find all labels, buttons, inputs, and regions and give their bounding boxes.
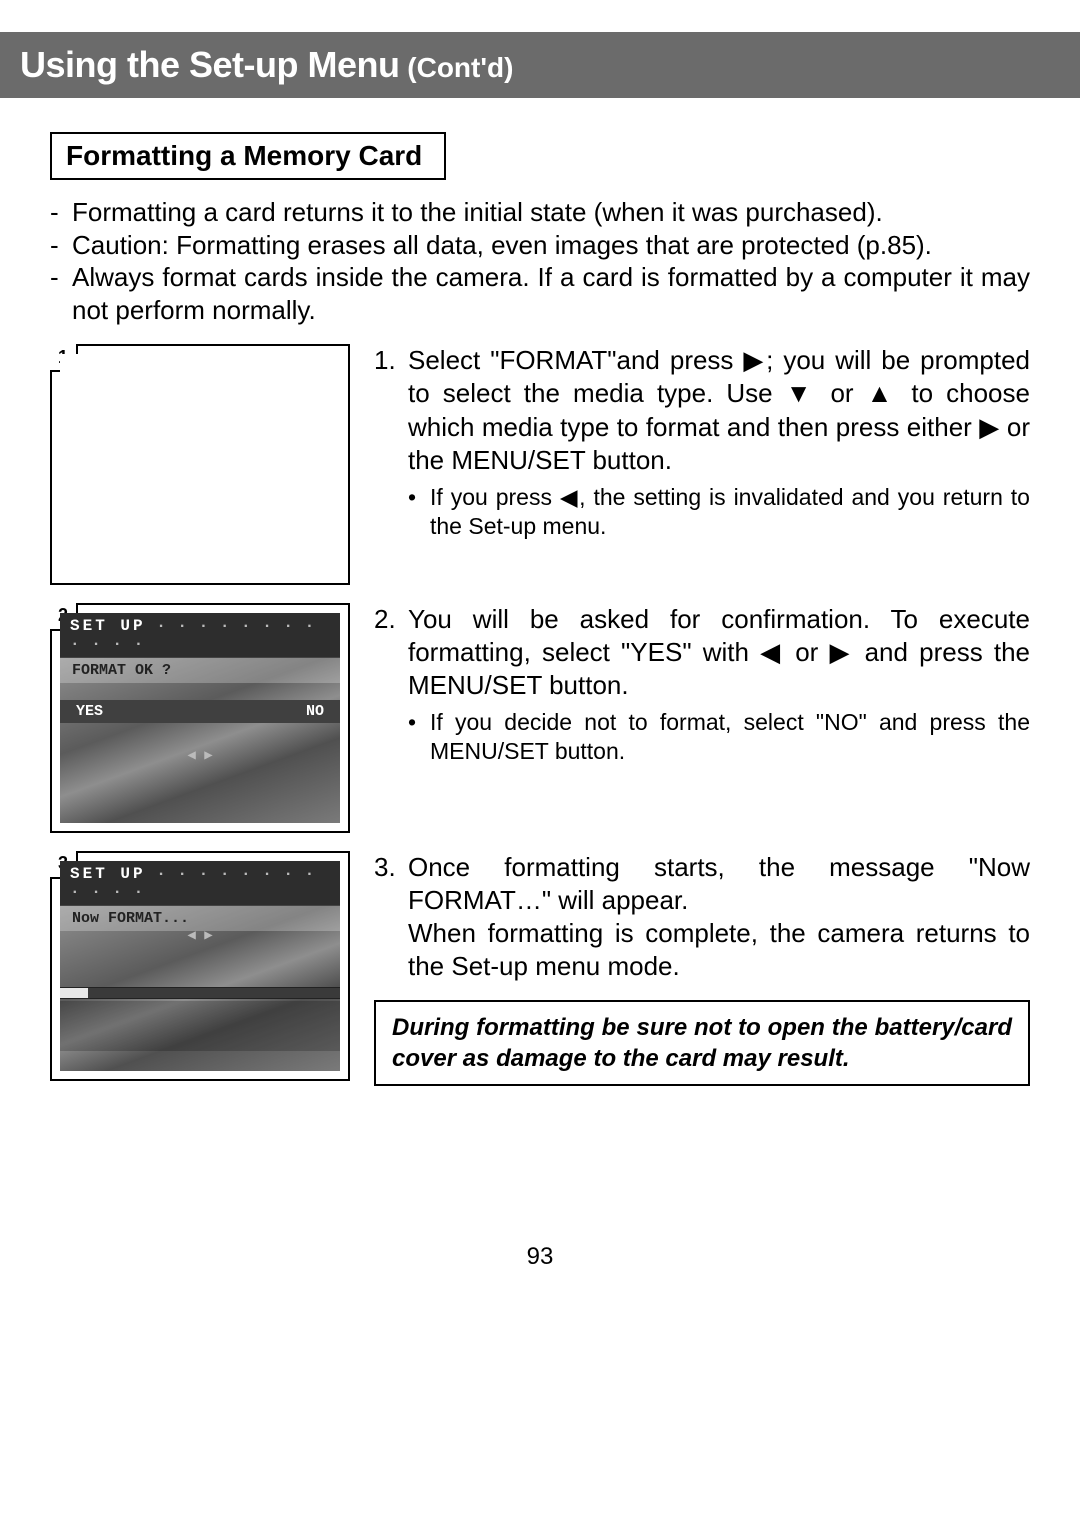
step-row: 3SET UPNow FORMAT...◀ ▶3.Once formatting… (50, 851, 1030, 1086)
bullet-dash: - (50, 196, 72, 229)
page-number: 93 (0, 1243, 1080, 1271)
step-number: 3. (374, 851, 408, 918)
step-body: Select "FORMAT"and press ▶; you will be … (408, 344, 1030, 477)
intro-bullet: -Formatting a card returns it to the ini… (50, 196, 1030, 229)
nav-arrows-icon: ◀ ▶ (60, 927, 340, 944)
page-title-sub: (Cont'd) (400, 52, 514, 83)
progress-bar (60, 987, 340, 999)
step-text-column: 2.You will be asked for confirmation. To… (374, 603, 1030, 766)
intro-bullet: -Always format cards inside the camera. … (50, 261, 1030, 326)
step-text-column: 3.Once formatting starts, the message "N… (374, 851, 1030, 1086)
figure-column: 2SET UPFORMAT OK ?SDYESNO◀ ▶ (50, 603, 350, 833)
warning-text: During formatting be sure not to open th… (392, 1012, 1012, 1074)
step-number: 2. (374, 603, 408, 703)
camera-screen: SET UPFORMAT OK ?SDYESNO◀ ▶ (60, 613, 340, 823)
screen-no-option: NO (306, 703, 324, 720)
right-icon: ▶ (829, 637, 853, 667)
manual-page: Using the Set-up Menu (Cont'd) Formattin… (0, 0, 1080, 1521)
step-subnote: •If you decide not to format, select "NO… (408, 708, 1030, 766)
intro-bullet: -Caution: Formatting erases all data, ev… (50, 229, 1030, 262)
subnote-text: If you press ◀, the setting is invalidat… (430, 483, 1030, 541)
up-icon: ▲ (867, 378, 899, 408)
section-heading: Formatting a Memory Card (50, 132, 446, 180)
camera-screen (60, 354, 340, 575)
subnote-text: If you decide not to format, select "NO"… (430, 708, 1030, 766)
screen-yes-option: YES (76, 703, 103, 720)
screen-title-bar: SET UP (60, 861, 340, 906)
left-icon: ◀ (560, 484, 579, 510)
figure-frame: 2SET UPFORMAT OK ?SDYESNO◀ ▶ (50, 603, 350, 833)
step-subnote: •If you press ◀, the setting is invalida… (408, 483, 1030, 541)
bullet-icon: • (408, 708, 430, 766)
step-text-column: 1.Select "FORMAT"and press ▶; you will b… (374, 344, 1030, 541)
bullet-dash: - (50, 229, 72, 262)
figure-frame: 1 (50, 344, 350, 585)
screen-title: SET UP (70, 865, 146, 883)
step-row: 2SET UPFORMAT OK ?SDYESNO◀ ▶2.You will b… (50, 603, 1030, 833)
page-title-main: Using the Set-up Menu (20, 44, 400, 85)
bullet-icon: • (408, 483, 430, 541)
nav-arrows-icon: ◀ ▶ (60, 747, 340, 764)
step-number: 1. (374, 344, 408, 477)
right-icon: ▶ (979, 412, 999, 442)
figure-column: 3SET UPNow FORMAT...◀ ▶ (50, 851, 350, 1081)
page-title-bar: Using the Set-up Menu (Cont'd) (0, 32, 1080, 98)
figure-column: 1 (50, 344, 350, 585)
intro-bullets: -Formatting a card returns it to the ini… (50, 196, 1030, 326)
camera-screen: SET UPNow FORMAT...◀ ▶ (60, 861, 340, 1071)
step-row: 11.Select "FORMAT"and press ▶; you will … (50, 344, 1030, 585)
bullet-text: Always format cards inside the camera. I… (72, 261, 1030, 326)
figure-frame: 3SET UPNow FORMAT...◀ ▶ (50, 851, 350, 1081)
step-body: You will be asked for confirmation. To e… (408, 603, 1030, 703)
steps-container: 11.Select "FORMAT"and press ▶; you will … (50, 344, 1030, 1086)
warning-box: During formatting be sure not to open th… (374, 1000, 1030, 1086)
bullet-text: Formatting a card returns it to the init… (72, 196, 1030, 229)
right-icon: ▶ (743, 345, 766, 375)
screen-title: SET UP (70, 617, 146, 635)
screen-yes-no-row: YES NO (60, 700, 340, 723)
step-extra-paragraph: When formatting is complete, the camera … (408, 917, 1030, 984)
screen-prompt-line: FORMAT OK ? (60, 658, 340, 683)
screen-title-bar: SET UP (60, 613, 340, 658)
down-icon: ▼ (786, 378, 818, 408)
bullet-text: Caution: Formatting erases all data, eve… (72, 229, 1030, 262)
bullet-dash: - (50, 261, 72, 326)
left-icon: ◀ (760, 637, 784, 667)
step-body: Once formatting starts, the message "Now… (408, 851, 1030, 918)
